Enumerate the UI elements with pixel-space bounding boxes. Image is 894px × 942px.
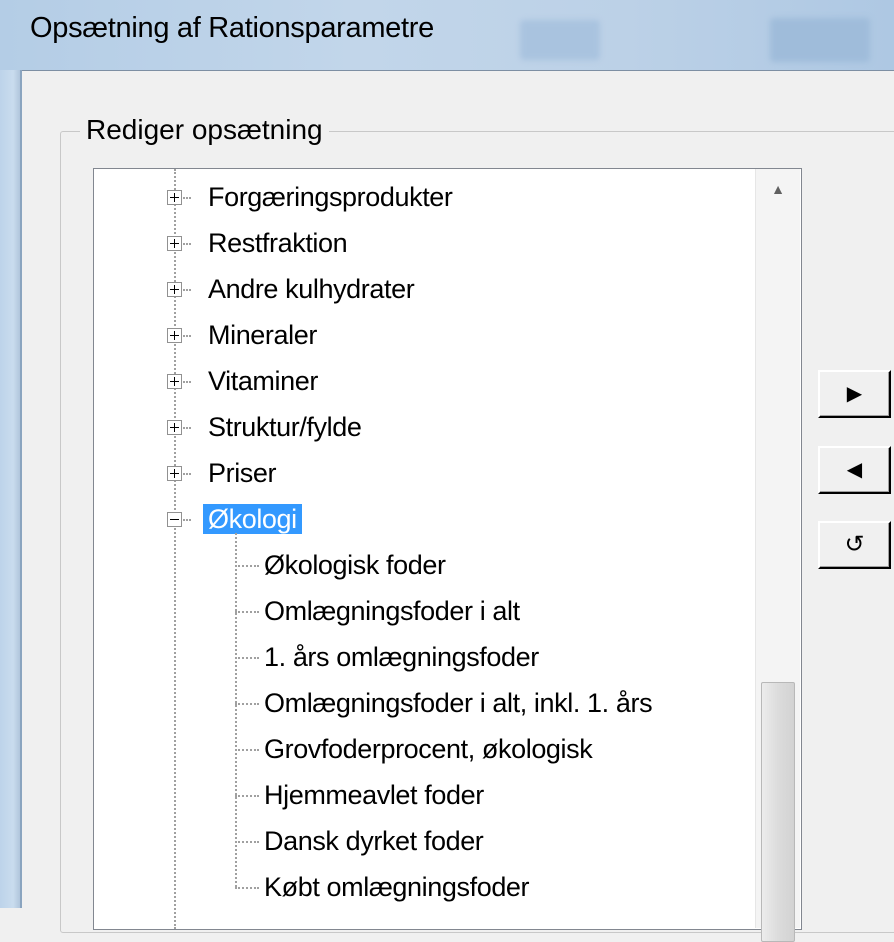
tree-child-item[interactable]: Omlægningsfoder i alt bbox=[264, 589, 520, 635]
tree-item[interactable]: Struktur/fylde bbox=[208, 405, 362, 451]
collapse-icon[interactable] bbox=[167, 512, 182, 527]
tree-connector-line bbox=[235, 533, 237, 887]
tree-item-label: Priser bbox=[208, 458, 277, 488]
tree-child-item[interactable]: 1. års omlægningsfoder bbox=[264, 635, 539, 681]
tree-item-label: Omlægningsfoder i alt bbox=[264, 596, 520, 626]
tree-connector-line bbox=[183, 427, 191, 429]
tree-item-label: 1. års omlægningsfoder bbox=[264, 642, 539, 672]
tree-connector-line bbox=[183, 289, 191, 291]
tree-item[interactable]: Vitaminer bbox=[208, 359, 318, 405]
expand-icon[interactable] bbox=[167, 282, 182, 297]
tree-vertical-scrollbar[interactable]: ▲ bbox=[755, 169, 800, 942]
tree-child-item[interactable]: Grovfoderprocent, økologisk bbox=[264, 727, 593, 773]
tree-item-label: Restfraktion bbox=[208, 228, 348, 258]
remove-parameter-button[interactable]: ◀ bbox=[818, 446, 891, 494]
scroll-thumb[interactable] bbox=[761, 682, 795, 942]
title-bar-blur bbox=[770, 18, 870, 62]
tree-connector-line bbox=[235, 703, 259, 705]
play-right-icon: ▶ bbox=[846, 383, 863, 405]
tree-item-label: Økologi bbox=[203, 504, 302, 534]
tree-connector-line bbox=[235, 749, 259, 751]
tree-child-item[interactable]: Hjemmeavlet foder bbox=[264, 773, 484, 819]
play-left-icon: ◀ bbox=[846, 459, 863, 481]
tree-item-label: Struktur/fylde bbox=[208, 412, 362, 442]
tree-connector-line bbox=[235, 841, 259, 843]
tree-item-label: Mineraler bbox=[208, 320, 317, 350]
tree-connector-line bbox=[235, 795, 259, 797]
tree-connector-line bbox=[235, 611, 259, 613]
groupbox-legend: Rediger opsætning bbox=[80, 114, 329, 146]
tree-item-label: Hjemmeavlet foder bbox=[264, 780, 484, 810]
tree-item[interactable]: Restfraktion bbox=[208, 221, 348, 267]
tree-child-item[interactable]: Dansk dyrket foder bbox=[264, 819, 484, 865]
tree-item-label: Omlægningsfoder i alt, inkl. 1. års bbox=[264, 688, 653, 718]
scroll-up-icon[interactable]: ▲ bbox=[756, 169, 800, 209]
tree-item[interactable]: Andre kulhydrater bbox=[208, 267, 415, 313]
parameter-tree[interactable]: Forgæringsprodukter Restfraktion Andre kul… bbox=[93, 168, 802, 930]
title-bar: Opsætning af Rationsparametre bbox=[0, 0, 894, 70]
tree-item-label: Købt omlægningsfoder bbox=[264, 872, 530, 902]
reset-button[interactable]: ↺ bbox=[818, 521, 891, 569]
window-title: Opsætning af Rationsparametre bbox=[30, 12, 434, 44]
tree-item-label: Forgæringsprodukter bbox=[208, 182, 453, 212]
tree-item[interactable]: Forgæringsprodukter bbox=[208, 175, 453, 221]
tree-item-label: Grovfoderprocent, økologisk bbox=[264, 734, 593, 764]
expand-icon[interactable] bbox=[167, 466, 182, 481]
tree-connector-line bbox=[183, 473, 191, 475]
tree-connector-line bbox=[235, 565, 259, 567]
title-bar-blur bbox=[520, 20, 600, 60]
tree-item-label: Økologisk foder bbox=[264, 550, 446, 580]
tree-connector-line bbox=[183, 335, 191, 337]
tree-connector-line bbox=[235, 887, 259, 889]
expand-icon[interactable] bbox=[167, 328, 182, 343]
tree-connector-line bbox=[183, 197, 191, 199]
tree-connector-line bbox=[235, 657, 259, 659]
tree-child-item[interactable]: Økologisk foder bbox=[264, 543, 446, 589]
expand-icon[interactable] bbox=[167, 190, 182, 205]
tree-connector-line bbox=[183, 519, 191, 521]
tree-item-label: Vitaminer bbox=[208, 366, 318, 396]
tree-item[interactable]: Priser bbox=[208, 451, 277, 497]
tree-item[interactable]: Mineraler bbox=[208, 313, 317, 359]
tree-item-label: Dansk dyrket foder bbox=[264, 826, 484, 856]
expand-icon[interactable] bbox=[167, 236, 182, 251]
expand-icon[interactable] bbox=[167, 420, 182, 435]
window-frame-left bbox=[0, 70, 22, 908]
add-parameter-button[interactable]: ▶ bbox=[818, 370, 891, 418]
tree-item[interactable]: Økologi bbox=[203, 497, 302, 543]
tree-connector-line bbox=[183, 243, 191, 245]
tree-item-label: Andre kulhydrater bbox=[208, 274, 415, 304]
tree-child-item[interactable]: Købt omlægningsfoder bbox=[264, 865, 530, 911]
tree-child-item[interactable]: Omlægningsfoder i alt, inkl. 1. års bbox=[264, 681, 653, 727]
undo-icon: ↺ bbox=[844, 531, 865, 558]
expand-icon[interactable] bbox=[167, 374, 182, 389]
tree-connector-line bbox=[183, 381, 191, 383]
